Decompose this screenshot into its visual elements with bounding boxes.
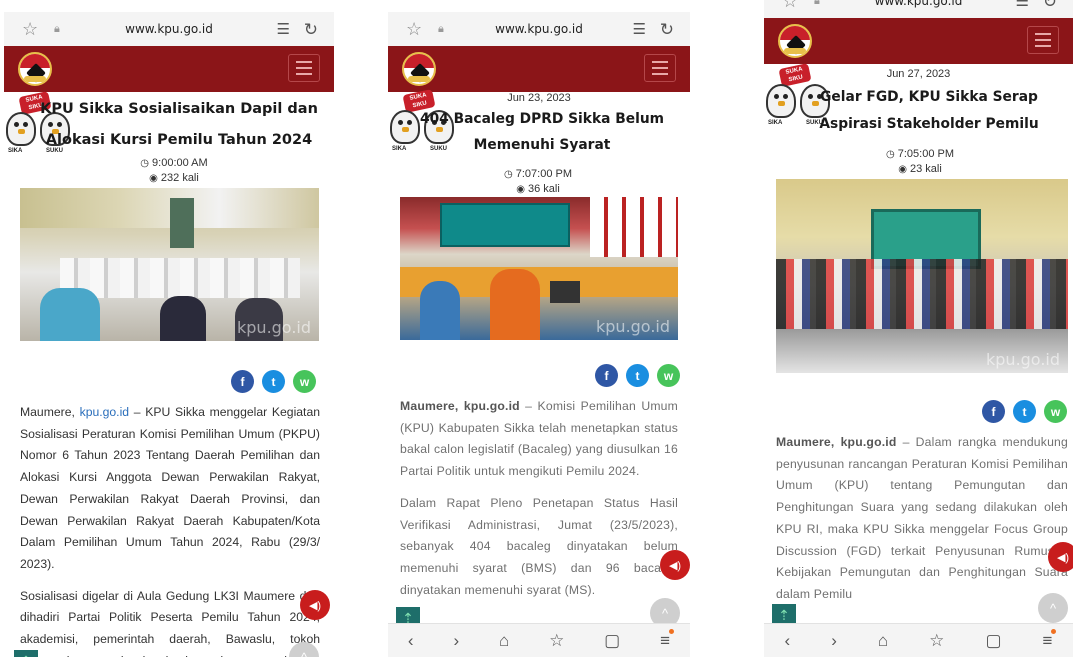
article-date: Jun 23, 2023 [507, 92, 571, 104]
site-link[interactable]: kpu.go.id [80, 405, 129, 419]
browser-url-bar[interactable]: ☆ 🔒︎ www.kpu.go.id ☰ ↻ [764, 0, 1073, 18]
clock-icon: ◷ [140, 158, 150, 169]
accessibility-widget-icon[interactable]: ⇡ [14, 650, 38, 657]
audio-play-button[interactable]: ◀) [660, 550, 690, 580]
reload-icon[interactable]: ↻ [304, 21, 318, 38]
article-photo: kpu.go.id [776, 179, 1068, 373]
bookmarks-icon[interactable]: ☆ [549, 631, 564, 651]
home-icon[interactable]: ⌂ [878, 631, 888, 651]
article-photo: kpu.go.id [400, 197, 678, 340]
hamburger-menu-button[interactable] [288, 54, 320, 82]
eye-icon: ◉ [898, 164, 907, 175]
whatsapp-share-button[interactable]: w [293, 370, 316, 393]
phone-screen-2: ☆ 🔒︎ www.kpu.go.id ☰ ↻ SUKA SIKU SIKA SU… [388, 0, 690, 657]
browser-url-bar[interactable]: ☆ 🔒︎ www.kpu.go.id ☰ ↻ [4, 12, 334, 46]
share-buttons: f t w [982, 400, 1067, 423]
phone-screen-3: ☆ 🔒︎ www.kpu.go.id ☰ ↻ SUKA SIKU SIKA SU… [764, 0, 1073, 657]
twitter-share-button[interactable]: t [1013, 400, 1036, 423]
reload-icon[interactable]: ↻ [660, 21, 674, 38]
twitter-share-button[interactable]: t [262, 370, 285, 393]
home-icon[interactable]: ⌂ [499, 631, 509, 651]
site-header [764, 18, 1073, 64]
eye-icon: ◉ [149, 173, 158, 184]
tabs-icon[interactable]: ▢ [985, 631, 1001, 651]
facebook-share-button[interactable]: f [595, 364, 618, 387]
kpu-logo[interactable] [402, 52, 436, 86]
clock-icon: ◷ [886, 149, 895, 160]
reader-mode-icon[interactable]: ☰ [633, 22, 646, 37]
facebook-share-button[interactable]: f [231, 370, 254, 393]
twitter-share-button[interactable]: t [626, 364, 649, 387]
article-meta: ◷ 9:00:00 AM ◉ 232 kali [140, 157, 208, 184]
scroll-top-button[interactable]: ^ [1038, 593, 1068, 623]
article-date: Jun 27, 2023 [886, 68, 951, 80]
kpu-logo[interactable] [778, 24, 812, 58]
reader-mode-icon[interactable]: ☰ [1016, 0, 1029, 9]
article-body: Maumere, kpu.go.id – Dalam rangka menduk… [776, 435, 1069, 601]
phone-screen-1: ☆ 🔒︎ www.kpu.go.id ☰ ↻ SUKA SIKU SIKA SU… [4, 0, 334, 657]
forward-icon[interactable]: › [831, 631, 837, 651]
share-buttons: f t w [231, 370, 316, 393]
back-icon[interactable]: ‹ [408, 631, 414, 651]
article-title: Gelar FGD, KPU Sikka Serap Aspirasi Stak… [819, 89, 1039, 132]
facebook-share-button[interactable]: f [982, 400, 1005, 423]
menu-icon[interactable]: ≡ [1043, 628, 1057, 651]
site-header [388, 46, 690, 92]
hamburger-menu-button[interactable] [644, 54, 676, 82]
eye-icon: ◉ [516, 184, 525, 195]
article-body: Maumere, kpu.go.id – Komisi Pemilihan Um… [400, 399, 679, 597]
browser-url-bar[interactable]: ☆ 🔒︎ www.kpu.go.id ☰ ↻ [388, 12, 690, 46]
hamburger-menu-button[interactable] [1027, 26, 1059, 54]
bookmarks-icon[interactable]: ☆ [929, 631, 944, 651]
article-meta: ◷ 7:07:00 PM ◉ 36 kali [504, 168, 572, 195]
audio-play-button[interactable]: ◀) [300, 590, 330, 620]
reader-mode-icon[interactable]: ☰ [277, 22, 290, 37]
audio-play-button[interactable]: ◀) [1048, 542, 1073, 572]
whatsapp-share-button[interactable]: w [657, 364, 680, 387]
article-title: KPU Sikka Sosialisaikan Dapil dan Alokas… [40, 101, 318, 148]
whatsapp-share-button[interactable]: w [1044, 400, 1067, 423]
browser-bottom-nav: ‹ › ⌂ ☆ ▢ ≡ [388, 623, 690, 657]
back-icon[interactable]: ‹ [785, 631, 791, 651]
menu-icon[interactable]: ≡ [660, 628, 674, 651]
site-header [4, 46, 334, 92]
article-meta: ◷ 7:05:00 PM ◉ 23 kali [886, 148, 954, 175]
article-body: Maumere, kpu.go.id – KPU Sikka menggelar… [20, 405, 320, 657]
article-photo: kpu.go.id [20, 188, 319, 341]
tabs-icon[interactable]: ▢ [604, 631, 620, 651]
browser-bottom-nav: ‹ › ⌂ ☆ ▢ ≡ [764, 623, 1073, 657]
clock-icon: ◷ [504, 169, 513, 180]
share-buttons: f t w [595, 364, 680, 387]
article-title: 404 Bacaleg DPRD Sikka Belum Memenuhi Sy… [419, 111, 665, 153]
reload-icon[interactable]: ↻ [1043, 0, 1057, 10]
kpu-logo[interactable] [18, 52, 52, 86]
forward-icon[interactable]: › [453, 631, 459, 651]
